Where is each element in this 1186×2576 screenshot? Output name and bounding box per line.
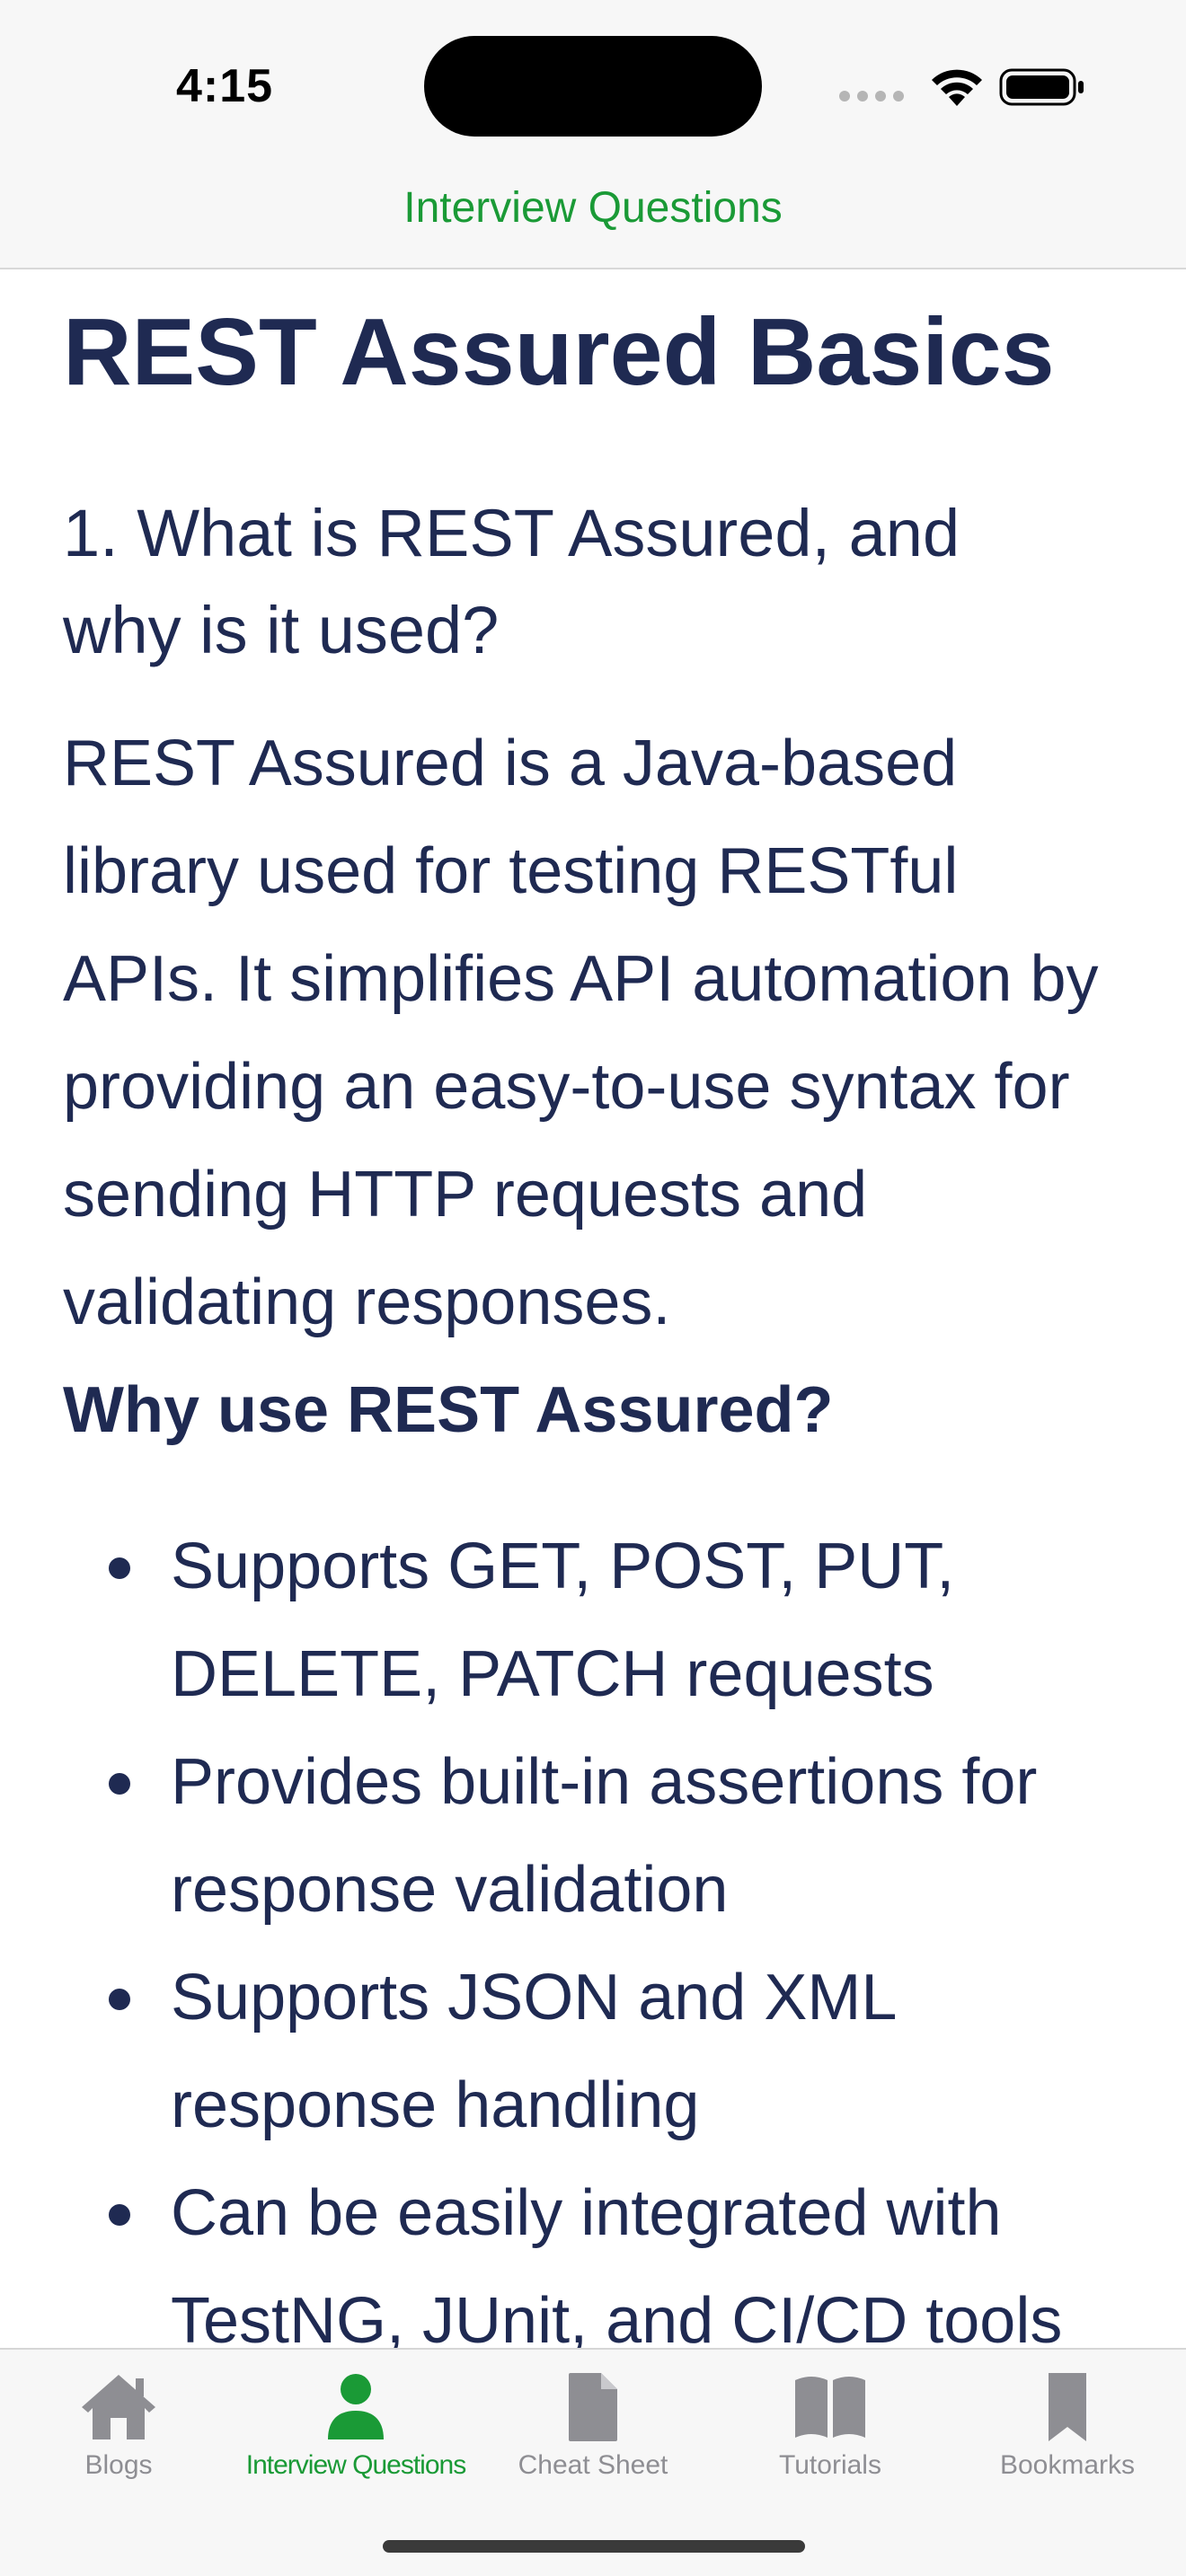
tab-interview-questions[interactable]: Interview Questions <box>237 2350 474 2502</box>
document-icon <box>569 2373 617 2441</box>
tab-label: Interview Questions <box>245 2450 466 2480</box>
tab-label: Blogs <box>84 2450 153 2480</box>
page-title: REST Assured Basics <box>63 299 1055 405</box>
list-item-text: Can be easily integrated with TestNG, JU… <box>171 2177 1063 2357</box>
bullet-icon <box>109 1773 130 1795</box>
tab-label: Tutorials <box>779 2450 881 2480</box>
status-icons <box>839 65 1085 110</box>
list-item-text: Supports GET, POST, PUT, DELETE, PATCH r… <box>171 1531 955 1710</box>
battery-icon <box>999 68 1084 106</box>
bullet-icon <box>109 2204 130 2226</box>
list-item: Supports GET, POST, PUT, DELETE, PATCH r… <box>63 1513 1123 1728</box>
person-icon <box>328 2374 384 2439</box>
tab-bookmarks[interactable]: Bookmarks <box>949 2350 1186 2502</box>
tab-label: Bookmarks <box>999 2450 1136 2480</box>
cellular-signal-icon <box>839 91 904 101</box>
home-indicator[interactable] <box>383 2540 805 2553</box>
book-icon <box>795 2377 865 2438</box>
nav-title: Interview Questions <box>403 184 783 232</box>
section-subheading: Why use REST Assured? <box>63 1374 834 1446</box>
dynamic-island <box>424 36 762 137</box>
list-item: Supports JSON and XML response handling <box>63 1944 1123 2159</box>
status-time: 4:15 <box>176 60 274 112</box>
navigation-header: 4:15 Interview Questions <box>0 0 1186 269</box>
house-icon <box>82 2375 155 2439</box>
tab-cheat-sheet[interactable]: Cheat Sheet <box>474 2350 712 2502</box>
bullet-icon <box>109 1989 130 2010</box>
list-item-text: Supports JSON and XML response handling <box>171 1962 895 2141</box>
bookmark-icon <box>1049 2373 1086 2441</box>
list-item-text: Provides built-in assertions for respons… <box>171 1746 1038 1926</box>
answer-text: REST Assured is a Java-based library use… <box>63 728 1099 1338</box>
question-text: 1. What is REST Assured, and why is it u… <box>63 496 960 667</box>
tab-label: Cheat Sheet <box>518 2450 668 2480</box>
wifi-icon <box>932 69 982 106</box>
tab-blogs[interactable]: Blogs <box>0 2350 237 2502</box>
list-item: Can be easily integrated with TestNG, JU… <box>63 2159 1123 2375</box>
bullet-icon <box>109 1557 130 1579</box>
bullet-list: Supports GET, POST, PUT, DELETE, PATCH r… <box>63 1513 1123 2375</box>
list-item: Provides built-in assertions for respons… <box>63 1728 1123 1944</box>
tab-tutorials[interactable]: Tutorials <box>712 2350 949 2502</box>
